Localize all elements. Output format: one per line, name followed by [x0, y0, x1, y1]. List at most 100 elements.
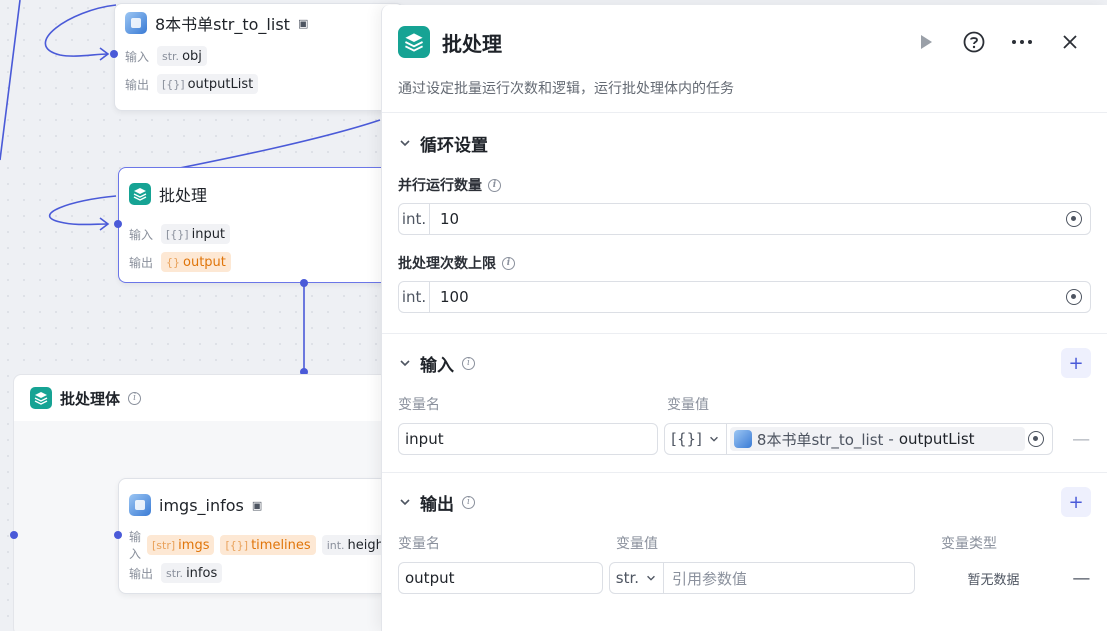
output-label: 输出: [129, 255, 154, 270]
output-variable-row: output str. 引用参数值 暂无数据 —: [398, 561, 1091, 595]
input-tag: str. obj: [157, 46, 207, 66]
node-title: imgs_infos: [159, 495, 244, 515]
output-section: 输出 i + 变量名 变量值 变量类型 output str. 引用参数值 暂无…: [382, 473, 1107, 595]
param-name: obj: [182, 48, 202, 64]
node-input-row: 输入 [{}] input: [119, 220, 407, 248]
add-input-button[interactable]: +: [1061, 348, 1091, 378]
type-label: [{}]: [671, 430, 702, 448]
type-label: str.: [615, 569, 640, 587]
input-name-field[interactable]: input: [398, 423, 659, 455]
output-section-header[interactable]: 输出 i +: [398, 473, 1091, 531]
output-tag: [{}] outputList: [157, 74, 259, 94]
input-port[interactable]: [110, 50, 118, 58]
max-batch-label: 批处理次数上限 i: [398, 251, 1091, 275]
help-icon[interactable]: [961, 29, 987, 55]
group-title: 批处理体: [60, 389, 121, 408]
add-output-button[interactable]: +: [1061, 487, 1091, 517]
field-label-text: 并行运行数量: [398, 178, 482, 194]
type-label: int.: [399, 282, 430, 312]
type-label: [{}]: [162, 77, 185, 91]
output-tag: str. infos: [161, 563, 223, 583]
input-label: 输入: [129, 530, 142, 561]
batch-icon: [398, 26, 430, 58]
reference-target-icon[interactable]: [1066, 211, 1082, 227]
loop-settings-section: 循环设置 并行运行数量 i int. 10 批处理次数上限 i int. 100: [382, 113, 1107, 334]
info-icon[interactable]: i: [488, 178, 501, 192]
col-type-header: 变量类型: [941, 536, 997, 552]
section-title: 循环设置: [420, 135, 488, 156]
max-batch-input[interactable]: int. 100: [398, 281, 1091, 313]
param-name: infos: [186, 565, 218, 581]
type-select[interactable]: str.: [610, 563, 665, 593]
input-port[interactable]: [114, 220, 122, 228]
output-value-field[interactable]: str. 引用参数值: [608, 562, 916, 594]
section-title: 输出: [420, 494, 454, 515]
type-select[interactable]: [{}]: [665, 424, 727, 454]
node-imgs-infos[interactable]: imgs_infos ▣ 输入 [str] imgs [{}] timelines …: [118, 478, 394, 594]
badge-icon: ▣: [297, 16, 309, 30]
parallel-count-input[interactable]: int. 10: [398, 203, 1091, 235]
type-label: [{}]: [225, 538, 249, 552]
input-label: 输入: [129, 227, 154, 242]
reference-placeholder[interactable]: 引用参数值: [664, 568, 914, 589]
input-value-field[interactable]: [{}] 8本书单str_to_list - outputList: [664, 423, 1054, 455]
input-tag: [{}] timelines: [220, 535, 316, 555]
info-icon[interactable]: i: [502, 256, 515, 270]
node-title: 8本书单str_to_list: [155, 15, 290, 34]
col-value-header: 变量值: [667, 397, 709, 413]
node-title: 批处理: [159, 186, 208, 205]
loop-settings-header[interactable]: 循环设置: [398, 113, 1091, 173]
chevron-down-icon: [400, 360, 410, 367]
input-tag: [str] imgs: [147, 535, 215, 555]
output-port[interactable]: [300, 279, 308, 287]
param-name: imgs: [178, 537, 210, 553]
code-node-icon: [129, 494, 151, 516]
info-icon[interactable]: i: [462, 495, 475, 509]
output-label: 输出: [125, 77, 150, 92]
chevron-down-icon: [709, 436, 718, 442]
code-node-icon: [125, 12, 147, 34]
info-icon[interactable]: i: [462, 356, 475, 370]
input-tag: [{}] input: [161, 224, 231, 244]
input-value[interactable]: 100: [430, 288, 1066, 306]
panel-header: 批处理: [382, 5, 1107, 79]
node-input-row: 输入 str. obj: [115, 42, 403, 70]
batch-settings-panel: 批处理 通过设定批量运行次数和逻辑，运行批处理体内的任务 循环设置 并行运行数量…: [381, 5, 1107, 631]
node-batch[interactable]: 批处理 输入 [{}] input 输出 {} output: [118, 167, 408, 283]
run-icon[interactable]: [913, 29, 939, 55]
badge-icon: ▣: [251, 498, 263, 512]
remove-output-button[interactable]: —: [1072, 568, 1091, 589]
type-label: [{}]: [166, 227, 189, 241]
input-value[interactable]: 10: [430, 210, 1066, 228]
input-port[interactable]: [114, 531, 122, 539]
section-title: 输入: [420, 355, 454, 376]
ref-source: 8本书单str_to_list: [756, 430, 884, 449]
input-section-header[interactable]: 输入 i +: [398, 334, 1091, 392]
close-icon[interactable]: [1057, 29, 1083, 55]
output-tag: {} output: [161, 252, 231, 272]
chevron-down-icon: [647, 575, 655, 581]
remove-input-button[interactable]: —: [1071, 429, 1091, 450]
input-column-headers: 变量名 变量值: [398, 392, 1091, 416]
field-label-text: 批处理次数上限: [398, 256, 496, 272]
input-port[interactable]: [10, 531, 18, 539]
more-icon[interactable]: [1009, 29, 1035, 55]
node-str-to-list[interactable]: 8本书单str_to_list ▣ 输入 str. obj 输出 [{}] outp…: [114, 3, 404, 111]
batch-node-icon: [129, 183, 151, 205]
input-variable-row: input [{}] 8本书单str_to_list - outputList …: [398, 422, 1091, 456]
type-label: str.: [166, 566, 184, 580]
type-label: int.: [399, 204, 430, 234]
node-output-row: 输出 {} output: [119, 248, 407, 276]
output-type-value: 暂无数据: [967, 572, 1020, 588]
batch-body-icon: [30, 387, 52, 409]
output-name-field[interactable]: output: [398, 562, 603, 594]
ref-field: outputList: [898, 430, 975, 448]
chevron-down-icon: [400, 499, 410, 506]
reference-chip[interactable]: 8本书单str_to_list - outputList: [729, 427, 1026, 451]
reference-target-icon[interactable]: [1028, 431, 1045, 447]
col-name-header: 变量名: [398, 536, 440, 552]
info-icon[interactable]: i: [128, 391, 142, 405]
panel-description: 通过设定批量运行次数和逻辑，运行批处理体内的任务: [382, 79, 1107, 113]
reference-target-icon[interactable]: [1066, 289, 1082, 305]
output-column-headers: 变量名 变量值 变量类型: [398, 531, 1091, 555]
